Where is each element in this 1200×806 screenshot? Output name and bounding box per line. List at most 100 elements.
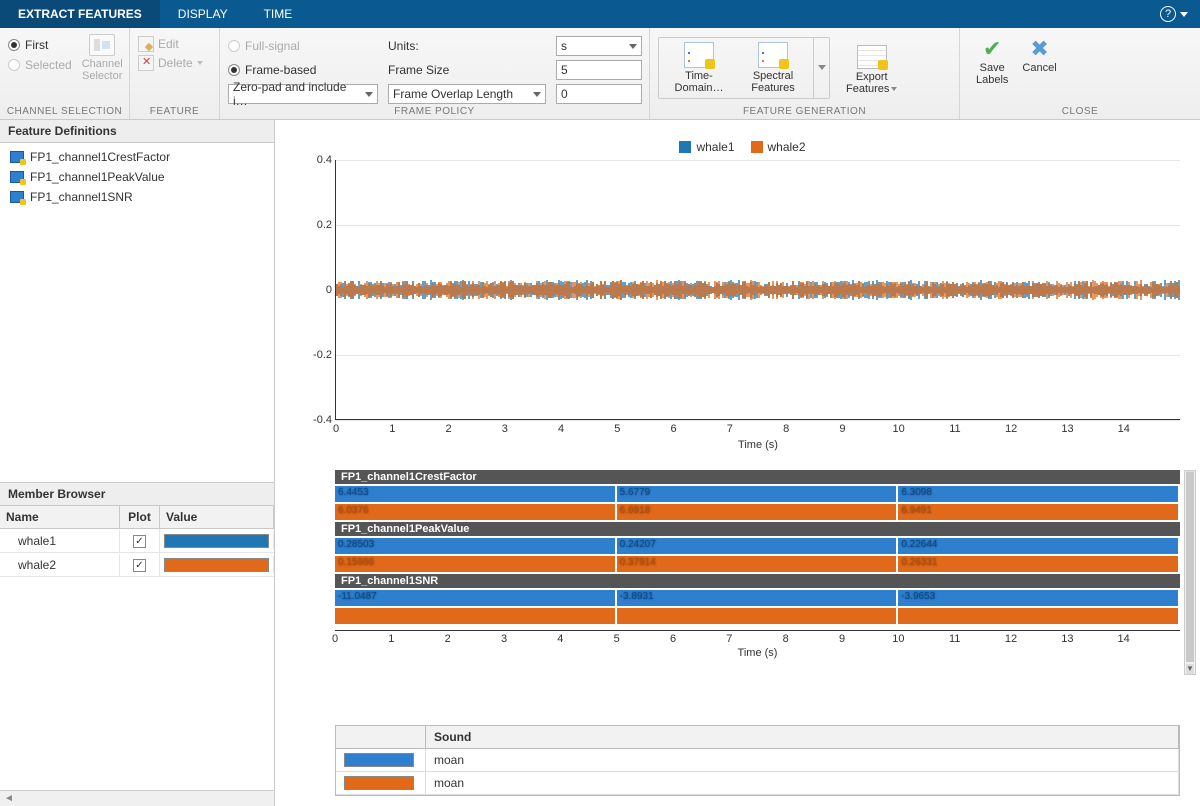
feature-strip-group: FP1_channel1SNR-11.0487-3.8931-3.9653 <box>335 574 1180 624</box>
radio-icon <box>228 40 240 52</box>
frame-size-label: Frame Size <box>388 63 546 77</box>
feature-definitions-list: FP1_channel1CrestFactorFP1_channel1PeakV… <box>0 143 274 483</box>
feature-definition-item[interactable]: FP1_channel1CrestFactor <box>0 147 274 167</box>
feature-strip-group: FP1_channel1CrestFactor6.44535.67796.309… <box>335 470 1180 520</box>
feature-definition-item[interactable]: FP1_channel1SNR <box>0 187 274 207</box>
signal-plot[interactable]: whale1 whale2 Time (s) -0.4-0.200.20.401… <box>305 140 1180 440</box>
tab-time[interactable]: TIME <box>246 0 311 28</box>
left-pane: Feature Definitions FP1_channel1CrestFac… <box>0 120 275 806</box>
legend-swatch <box>679 141 691 153</box>
spectral-features-button[interactable]: Spectral Features <box>745 42 801 98</box>
col-header-value[interactable]: Value <box>160 506 274 528</box>
edit-button: Edit <box>138 36 203 52</box>
sound-swatch <box>344 776 414 790</box>
radio-selected: Selected <box>8 58 72 72</box>
group-title: FRAME POLICY <box>220 106 649 117</box>
radio-full-signal: Full-signal <box>228 39 378 53</box>
feature-strip-group: FP1_channel1PeakValue0.285030.242070.226… <box>335 522 1180 572</box>
col-header-name[interactable]: Name <box>0 506 120 528</box>
value-swatch <box>164 558 269 572</box>
feature-icon <box>10 151 24 163</box>
sound-legend-table: Sound moanmoan <box>335 725 1180 796</box>
plot-legend: whale1 whale2 <box>305 140 1180 160</box>
chevron-down-icon <box>533 92 541 97</box>
feature-strip-row[interactable]: 0.159860.379140.26331 <box>335 556 1180 572</box>
member-browser: Name Plot Value whale1✓whale2✓ ◄ <box>0 506 274 806</box>
delete-icon <box>138 55 154 71</box>
right-pane: whale1 whale2 Time (s) -0.4-0.200.20.401… <box>275 120 1200 806</box>
horizontal-scrollbar[interactable]: ◄ <box>0 790 274 806</box>
radio-frame-based[interactable]: Frame-based <box>228 63 378 77</box>
x-axis-label: Time (s) <box>738 439 778 451</box>
chevron-down-icon <box>1180 12 1188 17</box>
feature-strip-row[interactable]: -11.0487-3.8931-3.9653 <box>335 590 1180 606</box>
tab-bar: EXTRACT FEATURES DISPLAY TIME ? <box>0 0 1200 28</box>
feature-strips[interactable]: FP1_channel1CrestFactor6.44535.67796.309… <box>335 470 1180 658</box>
channel-selector-icon <box>89 34 115 56</box>
feature-strip-row[interactable]: 6.03766.69186.9491 <box>335 504 1180 520</box>
value-swatch <box>164 534 269 548</box>
sound-table-header: Sound <box>426 726 1179 748</box>
tab-extract-features[interactable]: EXTRACT FEATURES <box>0 0 160 28</box>
frame-size-input[interactable]: 5 <box>556 60 642 80</box>
chevron-down-icon <box>197 61 203 65</box>
col-header-plot[interactable]: Plot <box>120 506 160 528</box>
save-labels-button[interactable]: ✔ Save Labels <box>976 36 1008 86</box>
edit-icon <box>138 36 154 52</box>
sound-row: moan <box>336 749 1179 772</box>
time-domain-icon <box>684 42 714 68</box>
feature-strip-row[interactable]: 0.285030.242070.22644 <box>335 538 1180 554</box>
sound-row: moan <box>336 772 1179 795</box>
legend-swatch <box>751 141 763 153</box>
group-title: FEATURE <box>130 106 219 117</box>
feature-icon <box>10 191 24 203</box>
plot-checkbox[interactable]: ✓ <box>120 553 160 576</box>
radio-first[interactable]: First <box>8 38 72 52</box>
radio-label: First <box>25 38 48 52</box>
feature-gallery: Time- Domain… Spectral Features <box>658 37 830 99</box>
feature-icon <box>10 171 24 183</box>
feature-definition-item[interactable]: FP1_channel1PeakValue <box>0 167 274 187</box>
sound-swatch <box>344 753 414 767</box>
channel-selector-button: Channel Selector <box>82 32 123 82</box>
group-title: FEATURE GENERATION <box>650 106 959 117</box>
delete-button: Delete <box>138 55 203 71</box>
cancel-icon: ✖ <box>1030 36 1048 62</box>
feature-gallery-expand[interactable] <box>813 38 829 98</box>
time-domain-button[interactable]: Time- Domain… <box>671 42 727 98</box>
units-label: Units: <box>388 39 546 53</box>
member-browser-title: Member Browser <box>0 483 274 506</box>
help-icon: ? <box>1160 6 1176 22</box>
chevron-down-icon <box>365 92 373 97</box>
help-menu[interactable]: ? <box>1148 0 1200 28</box>
export-icon <box>857 45 887 69</box>
units-select[interactable]: s <box>556 36 642 56</box>
chevron-down-icon <box>891 87 897 91</box>
tab-display[interactable]: DISPLAY <box>160 0 246 28</box>
spectral-icon <box>758 42 788 68</box>
cancel-button[interactable]: ✖ Cancel <box>1022 36 1056 86</box>
overlap-value-input[interactable]: 0 <box>556 84 642 104</box>
ribbon: First Selected Channel Selector CHANNEL … <box>0 28 1200 120</box>
overlap-mode-select[interactable]: Frame Overlap Length <box>388 84 546 104</box>
radio-label: Selected <box>25 58 72 72</box>
feature-strip-row[interactable] <box>335 608 1180 624</box>
group-title: CLOSE <box>960 106 1200 117</box>
chevron-down-icon <box>818 65 826 70</box>
check-icon: ✔ <box>983 36 1001 62</box>
strips-x-axis: 01234567891011121314Time (s) <box>335 630 1180 658</box>
vertical-scrollbar[interactable]: ▲▼ <box>1184 470 1196 675</box>
member-row[interactable]: whale1✓ <box>0 529 274 553</box>
radio-icon <box>228 64 240 76</box>
chevron-down-icon <box>629 44 637 49</box>
radio-icon <box>8 39 20 51</box>
feature-definitions-title: Feature Definitions <box>0 120 274 143</box>
group-title: CHANNEL SELECTION <box>0 106 129 117</box>
feature-strip-row[interactable]: 6.44535.67796.3098 <box>335 486 1180 502</box>
member-row[interactable]: whale2✓ <box>0 553 274 577</box>
incomplete-frame-select[interactable]: Zero-pad and include i… <box>228 84 378 104</box>
main-area: Feature Definitions FP1_channel1CrestFac… <box>0 120 1200 806</box>
plot-checkbox[interactable]: ✓ <box>120 529 160 552</box>
export-features-button[interactable]: Export Features <box>840 41 903 95</box>
radio-icon <box>8 59 20 71</box>
